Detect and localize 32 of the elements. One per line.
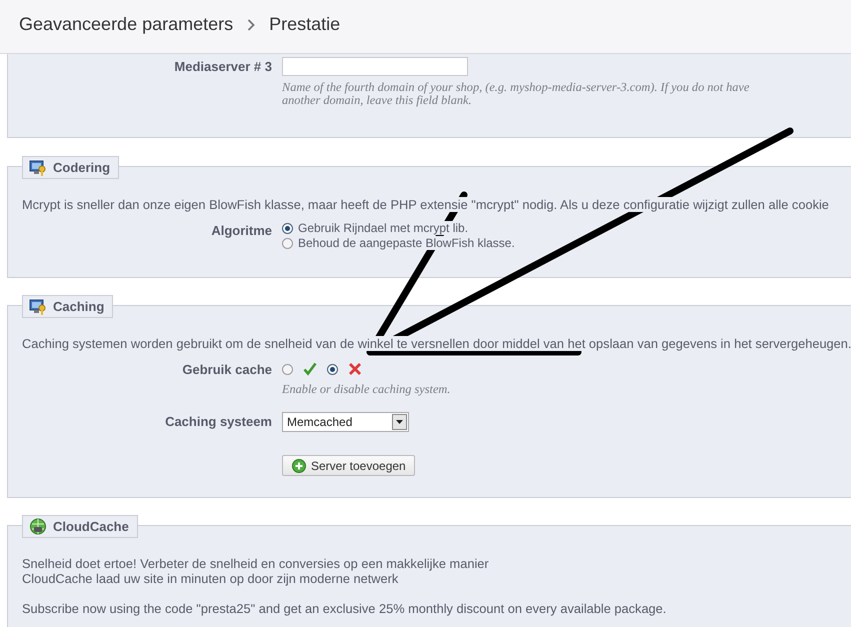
input-field[interactable] [282, 57, 468, 76]
field-label: Algoritme [211, 222, 272, 238]
radio-button[interactable] [282, 222, 293, 234]
radio-button[interactable] [282, 364, 293, 374]
description-text: Subscribe now using the code "presta25" and get an exclusive 25% monthly discount on every available package. [22, 601, 666, 616]
section-title: CloudCache [53, 519, 129, 534]
add-server-button[interactable]: Server toevoegen [282, 455, 415, 476]
description-text: Snelheid doet ertoe! Verbeter de snelheid en conversies op een makkelijke manier [22, 556, 489, 571]
description-text: Caching systemen worden gebruikt om de snelheid van de winkel te versnellen door middel van het opslaan van gegevens in het servergeheugen. [22, 336, 851, 351]
globe-icon [29, 518, 47, 535]
radio-button[interactable] [282, 238, 293, 248]
section-title: Caching [53, 299, 104, 314]
select-field[interactable]: Memcached [282, 412, 409, 432]
breadcrumb-link[interactable]: Geavanceerde parameters [19, 14, 234, 35]
field-label: Gebruik cache [182, 361, 272, 377]
plus-icon [292, 458, 306, 472]
field-label: Caching systeem [165, 413, 272, 429]
field-hint: Name of the fourth domain of your shop, (e.g. myshop-media-server-3.com). If you do not have another domain, leave this field blank. [282, 81, 750, 107]
chevron-icon [247, 18, 256, 30]
radio-button[interactable] [327, 364, 338, 374]
page-title: Prestatie [269, 14, 340, 35]
cross-icon [348, 362, 362, 376]
field-hint: Enable or disable caching system. [282, 383, 452, 396]
description-text: CloudCache laad uw site in minuten op door zijn moderne netwerk [22, 571, 398, 586]
section-title: Codering [53, 160, 110, 175]
monitor-icon [29, 298, 47, 315]
description-text: Mcrypt is sneller dan onze eigen BlowFish klasse, maar heeft de PHP extensie "mcrypt" nodig. Als u deze configuratie wijzigt zullen alle cookie [22, 197, 829, 212]
option-label: Gebruik Rijndael met mcrypt lib. [298, 221, 468, 235]
option-label: Behoud de aangepaste BlowFish klasse. [298, 236, 515, 250]
field-label: Mediaserver # 3 [174, 58, 272, 74]
monitor-icon [29, 159, 47, 176]
check-icon [303, 362, 317, 376]
